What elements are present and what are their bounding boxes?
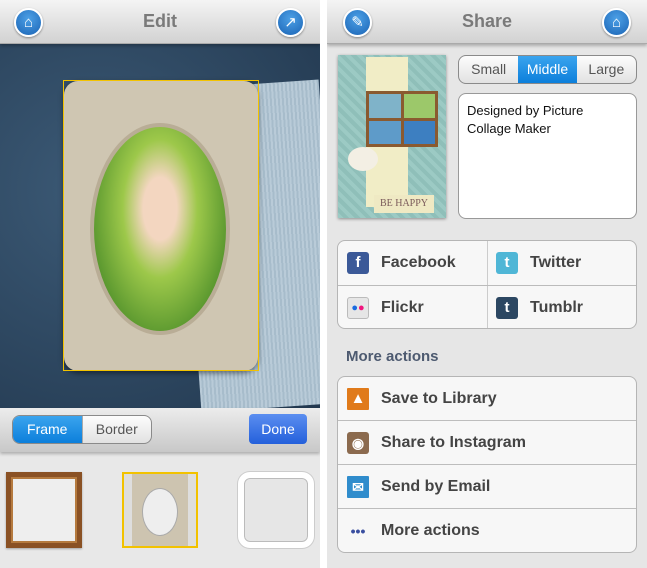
thumbnail-wood-frame[interactable] <box>6 472 82 548</box>
more-actions-header: More actions <box>346 348 439 365</box>
edit-screen: ⌂ Edit ↗ Frame Border Done <box>0 0 320 568</box>
photo-library-icon: ▲ <box>347 387 369 410</box>
size-small[interactable]: Small <box>459 56 518 83</box>
facebook-button[interactable]: f Facebook <box>338 241 456 285</box>
tab-frame[interactable]: Frame <box>13 416 82 443</box>
description-textarea[interactable]: Designed by Picture Collage Maker <box>458 93 637 219</box>
share-screen: ✎ Share ⌂ BE HAPPY Small Middle Large De… <box>327 0 647 568</box>
instagram-icon: ◉ <box>347 431 369 454</box>
flickr-icon: ●● <box>347 297 369 319</box>
size-large[interactable]: Large <box>577 56 636 83</box>
share-icon: ↗ <box>284 14 297 31</box>
email-icon: ✉ <box>347 475 369 498</box>
share-to-instagram-button[interactable]: ◉ Share to Instagram <box>338 421 636 465</box>
thumbnail-white-frame[interactable] <box>238 472 314 548</box>
size-middle[interactable]: Middle <box>518 56 577 83</box>
thumbnail-oval-frame[interactable] <box>122 472 198 548</box>
flickr-button[interactable]: ●● Flickr <box>338 286 424 328</box>
page-title: Share <box>461 11 513 31</box>
edit-toolbar: Frame Border Done <box>0 408 320 452</box>
more-dots-icon: ••• <box>350 523 366 539</box>
tab-border[interactable]: Border <box>81 416 152 443</box>
share-header: ✎ Share ⌂ <box>327 0 647 44</box>
edit-header: ⌂ Edit ↗ <box>0 0 320 44</box>
save-to-library-button[interactable]: ▲ Save to Library <box>338 377 636 421</box>
twitter-icon: t <box>496 252 518 274</box>
facebook-icon: f <box>347 252 369 274</box>
actions-list: ▲ Save to Library ◉ Share to Instagram ✉ Se… <box>337 376 637 553</box>
tumblr-button[interactable]: t Tumblr <box>487 286 583 328</box>
frame-border-toggle: Frame Border <box>12 415 152 444</box>
collage-preview: BE HAPPY <box>338 55 446 218</box>
preview-caption: BE HAPPY <box>374 195 434 213</box>
home-icon: ⌂ <box>611 14 622 31</box>
send-by-email-button[interactable]: ✉ Send by Email <box>338 465 636 509</box>
share-button[interactable]: ↗ <box>276 8 305 37</box>
collage-canvas[interactable] <box>0 44 320 413</box>
more-actions-button[interactable]: ••• More actions <box>338 509 636 552</box>
done-button[interactable]: Done <box>249 414 307 444</box>
social-grid: f Facebook t Twitter ●● Flickr t Tumblr <box>337 240 637 329</box>
selection-box[interactable] <box>63 80 259 371</box>
size-selector: Small Middle Large <box>458 55 637 84</box>
tumblr-icon: t <box>496 297 518 319</box>
page-title: Edit <box>143 11 177 31</box>
home-button[interactable]: ⌂ <box>602 8 631 37</box>
twitter-button[interactable]: t Twitter <box>487 241 581 285</box>
